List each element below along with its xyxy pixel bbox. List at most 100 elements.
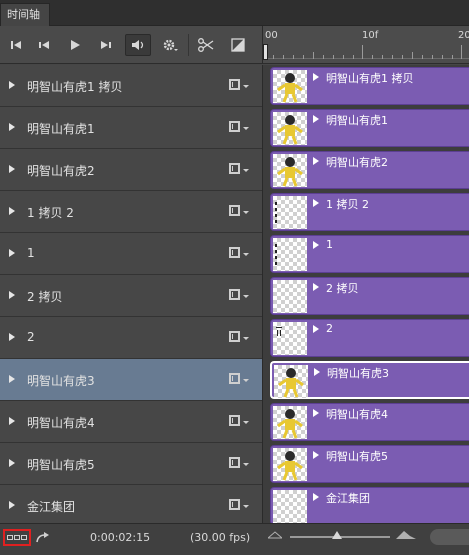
layer-thumbnail-figure <box>277 409 303 439</box>
layer-row[interactable]: 2 拷贝 <box>0 275 262 317</box>
layer-thumbnail-figure <box>278 368 304 398</box>
video-clip[interactable]: 明智山有虎3 <box>270 361 469 399</box>
previous-frame-button[interactable] <box>32 34 56 56</box>
ruler-tick <box>333 55 334 59</box>
layer-row[interactable]: 2 <box>0 317 262 359</box>
expand-arrow-icon[interactable] <box>9 417 15 425</box>
clip-expand-arrow-icon[interactable] <box>313 451 319 459</box>
layer-row[interactable]: 1 拷贝 2 <box>0 191 262 233</box>
filmstrip-icon[interactable] <box>229 121 240 132</box>
video-clip[interactable]: 明智山有虎1 <box>270 109 469 147</box>
audio-toggle-button[interactable] <box>125 34 151 56</box>
chevron-down-icon[interactable] <box>243 169 249 172</box>
layer-list: 明智山有虎1 拷贝 明智山有虎1 明智山有虎2 1 拷贝 2 1 2 拷贝 2 明智山有虎3 明… <box>0 65 262 527</box>
render-video-icon[interactable] <box>36 531 50 543</box>
chevron-down-icon[interactable] <box>243 127 249 130</box>
expand-arrow-icon[interactable] <box>9 123 15 131</box>
chevron-down-icon[interactable] <box>243 337 249 340</box>
layer-row[interactable]: 明智山有虎3 <box>0 359 262 401</box>
horizontal-scrollbar[interactable] <box>430 529 469 545</box>
chevron-down-icon[interactable] <box>243 295 249 298</box>
layer-name: 2 拷贝 <box>27 290 63 304</box>
filmstrip-icon[interactable] <box>229 499 240 510</box>
expand-arrow-icon[interactable] <box>9 165 15 173</box>
layer-row[interactable]: 1 <box>0 233 262 275</box>
layer-thumbnail-text <box>275 244 277 265</box>
clip-expand-arrow-icon[interactable] <box>313 241 319 249</box>
tab-timeline[interactable]: 时间轴 <box>0 3 50 26</box>
clip-expand-arrow-icon[interactable] <box>313 199 319 207</box>
filmstrip-icon[interactable] <box>229 289 240 300</box>
expand-arrow-icon[interactable] <box>9 81 15 89</box>
clip-name: 明智山有虎3 <box>327 367 389 380</box>
clip-expand-arrow-icon[interactable] <box>313 283 319 291</box>
ruler-tick <box>461 45 462 59</box>
go-to-first-frame-button[interactable] <box>4 34 28 56</box>
toolbar-divider <box>188 34 189 56</box>
clip-expand-arrow-icon[interactable] <box>313 73 319 81</box>
expand-arrow-icon[interactable] <box>9 501 15 509</box>
layer-thumbnail-text <box>276 327 282 336</box>
filmstrip-icon[interactable] <box>229 331 240 342</box>
split-button[interactable] <box>194 34 218 56</box>
layer-row[interactable]: 金江集团 <box>0 485 262 527</box>
video-clip[interactable]: 金江集团 <box>270 487 469 525</box>
play-button[interactable] <box>63 34 87 56</box>
track-row: 2 拷贝 <box>263 275 469 317</box>
layer-row[interactable]: 明智山有虎4 <box>0 401 262 443</box>
transition-button[interactable] <box>226 34 250 56</box>
filmstrip-icon[interactable] <box>229 205 240 216</box>
clip-name: 明智山有虎1 拷贝 <box>326 72 414 85</box>
video-clip[interactable]: 明智山有虎1 拷贝 <box>270 67 469 105</box>
video-clip[interactable]: 明智山有虎5 <box>270 445 469 483</box>
expand-arrow-icon[interactable] <box>9 249 15 257</box>
clip-thumbnail <box>274 365 308 398</box>
filmstrip-icon[interactable] <box>229 247 240 258</box>
filmstrip-icon[interactable] <box>229 163 240 174</box>
video-clip[interactable]: 2 拷贝 <box>270 277 469 315</box>
layer-name: 明智山有虎4 <box>27 416 95 430</box>
video-clip[interactable]: 2 <box>270 319 469 357</box>
chevron-down-icon[interactable] <box>243 211 249 214</box>
layer-row[interactable]: 明智山有虎2 <box>0 149 262 191</box>
chevron-down-icon[interactable] <box>243 379 249 382</box>
clip-expand-arrow-icon[interactable] <box>313 115 319 123</box>
chevron-down-icon[interactable] <box>243 505 249 508</box>
settings-button[interactable] <box>158 34 182 56</box>
chevron-down-icon[interactable] <box>243 85 249 88</box>
next-frame-button[interactable] <box>94 34 118 56</box>
zoom-in-icon[interactable] <box>396 528 416 540</box>
clip-name: 明智山有虎2 <box>326 156 388 169</box>
video-clip[interactable]: 明智山有虎4 <box>270 403 469 441</box>
video-clip[interactable]: 明智山有虎2 <box>270 151 469 189</box>
video-clip[interactable]: 1 <box>270 235 469 273</box>
convert-to-frame-animation-button[interactable] <box>3 529 31 546</box>
video-clip[interactable]: 1 拷贝 2 <box>270 193 469 231</box>
layer-row[interactable]: 明智山有虎1 拷贝 <box>0 65 262 107</box>
filmstrip-icon[interactable] <box>229 457 240 468</box>
expand-arrow-icon[interactable] <box>9 291 15 299</box>
zoom-slider-knob[interactable] <box>332 531 342 539</box>
playhead-handle[interactable] <box>263 44 268 60</box>
clip-expand-arrow-icon[interactable] <box>313 493 319 501</box>
clip-expand-arrow-icon[interactable] <box>314 368 320 376</box>
expand-arrow-icon[interactable] <box>9 207 15 215</box>
expand-arrow-icon[interactable] <box>9 375 15 383</box>
expand-arrow-icon[interactable] <box>9 459 15 467</box>
clip-expand-arrow-icon[interactable] <box>313 409 319 417</box>
chevron-down-icon[interactable] <box>243 421 249 424</box>
zoom-out-icon[interactable] <box>268 531 282 539</box>
chevron-down-icon[interactable] <box>243 463 249 466</box>
expand-arrow-icon[interactable] <box>9 333 15 341</box>
layer-row[interactable]: 明智山有虎1 <box>0 107 262 149</box>
clip-expand-arrow-icon[interactable] <box>313 157 319 165</box>
time-ruler[interactable]: 00 10f 20 <box>262 26 469 64</box>
filmstrip-icon[interactable] <box>229 415 240 426</box>
chevron-down-icon[interactable] <box>243 253 249 256</box>
filmstrip-icon[interactable] <box>229 373 240 384</box>
layer-name: 明智山有虎2 <box>27 164 95 178</box>
frame-icon <box>7 535 13 540</box>
clip-expand-arrow-icon[interactable] <box>313 325 319 333</box>
filmstrip-icon[interactable] <box>229 79 240 90</box>
layer-row[interactable]: 明智山有虎5 <box>0 443 262 485</box>
